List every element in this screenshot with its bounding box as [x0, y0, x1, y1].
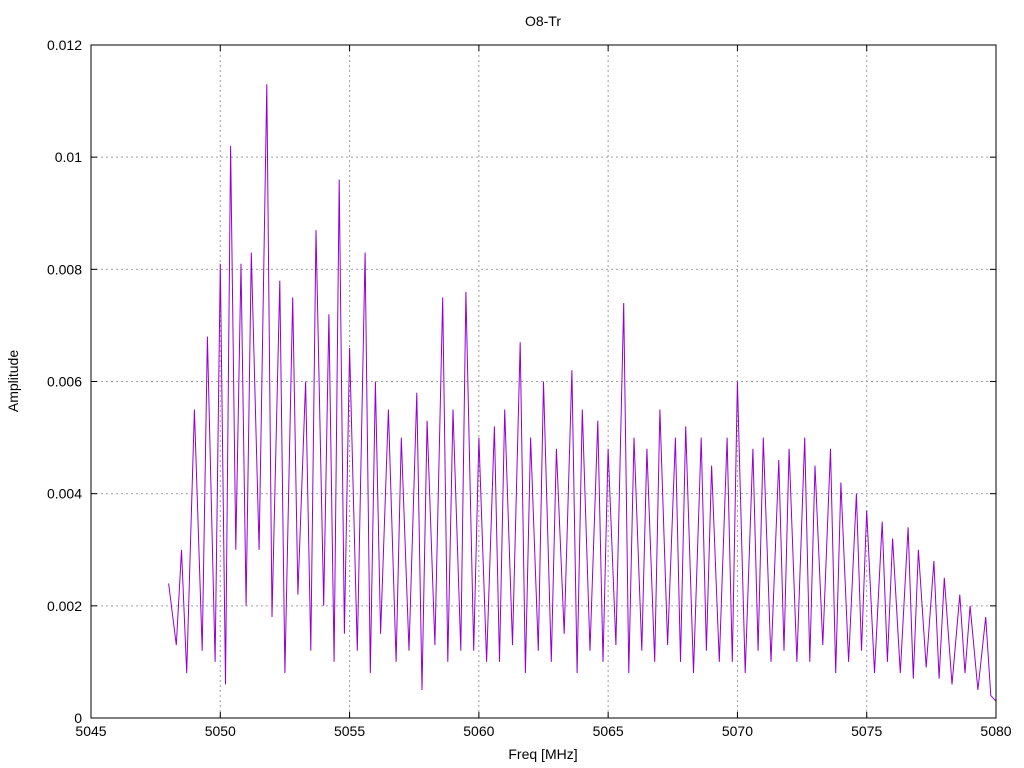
series-line	[168, 84, 997, 702]
y-tick-label: 0.002	[47, 598, 82, 614]
x-axis-label: Freq [MHz]	[508, 746, 577, 762]
y-tick-label: 0.006	[47, 374, 82, 390]
x-tick-label: 5065	[593, 723, 624, 739]
series-layer	[168, 84, 997, 702]
x-tick-label: 5075	[851, 723, 882, 739]
ticks: 5045 5050 5055 5060 5065 5070 5075 508000.0020.…	[47, 37, 1012, 739]
y-tick-label: 0.012	[47, 37, 82, 53]
y-tick-label: 0.01	[55, 149, 82, 165]
x-tick-label: 5060	[463, 723, 494, 739]
y-axis-label: Amplitude	[5, 350, 21, 412]
x-tick-label: 5080	[980, 723, 1011, 739]
y-tick-label: 0.004	[47, 486, 82, 502]
chart-title: O8-Tr	[525, 13, 561, 29]
chart: 5045 5050 5055 5060 5065 5070 5075 508000.0020.…	[5, 13, 1012, 762]
y-tick-label: 0.008	[47, 261, 82, 277]
y-tick-label: 0	[74, 710, 82, 726]
x-tick-label: 5050	[205, 723, 236, 739]
x-tick-label: 5055	[334, 723, 365, 739]
x-tick-label: 5070	[722, 723, 753, 739]
